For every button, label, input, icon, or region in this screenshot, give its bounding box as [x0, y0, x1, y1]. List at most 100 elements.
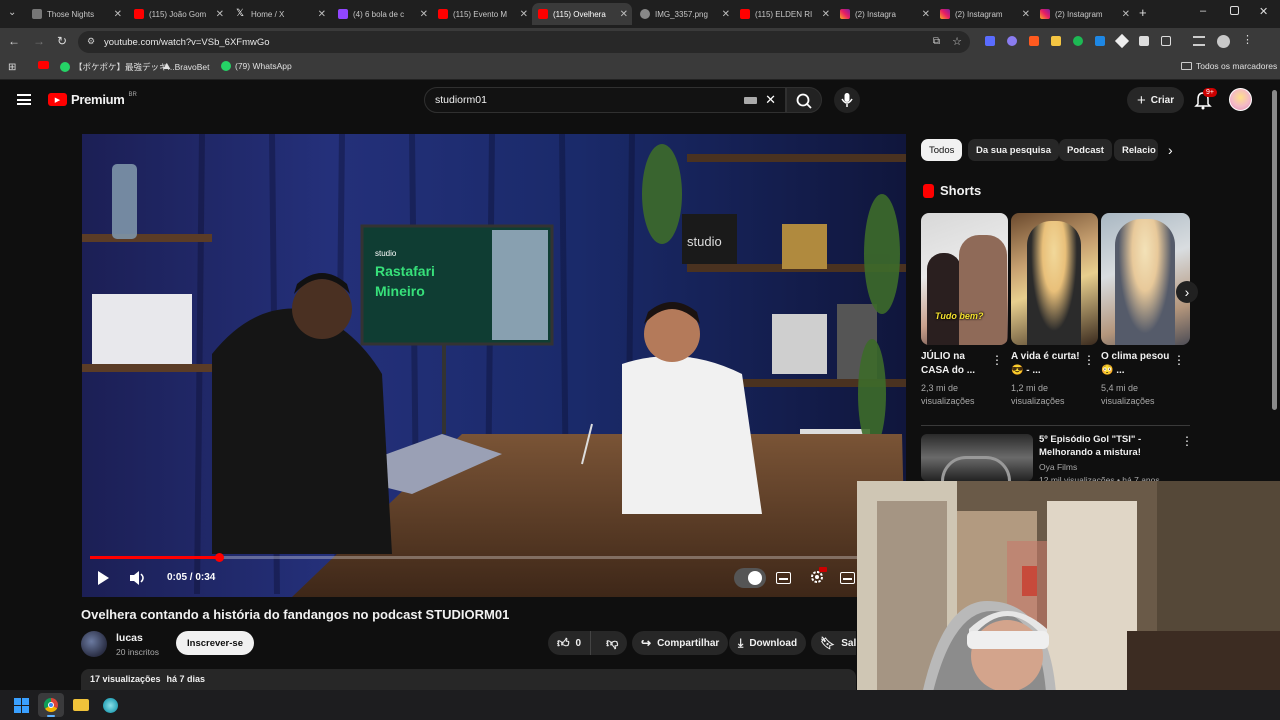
settings-button[interactable] [808, 567, 827, 586]
browser-tab[interactable]: Those Nights ✕ [26, 3, 126, 25]
tab-close-icon[interactable]: ✕ [1022, 9, 1030, 20]
browser-tab[interactable]: (2) Instagram ✕ [934, 3, 1034, 25]
short-menu-icon[interactable]: ⋮ [991, 353, 1003, 367]
maximize-icon[interactable] [1230, 6, 1239, 15]
short-title[interactable]: O clima pesou 😳 ... [1101, 350, 1173, 378]
chip-related[interactable]: Relacio [1114, 139, 1158, 161]
channel-name[interactable]: lucas [116, 632, 143, 644]
extension-icon[interactable] [1029, 36, 1039, 46]
browser-tab[interactable]: 𝕏 Home / X ✕ [230, 3, 330, 25]
download-button[interactable]: ⤓ Download [729, 631, 807, 655]
tab-close-icon[interactable]: ✕ [420, 9, 428, 20]
bookmark-whatsapp[interactable]: (79) WhatsApp [221, 61, 292, 71]
description-box[interactable]: 17 visualizações há 7 dias [81, 669, 856, 690]
browser-tab[interactable]: (115) João Gom ✕ [128, 3, 228, 25]
forward-icon[interactable]: → [33, 34, 45, 48]
short-thumbnail[interactable] [1101, 213, 1190, 345]
extension-icon[interactable] [1051, 36, 1061, 46]
chip-all[interactable]: Todos [921, 139, 963, 161]
extension-icon[interactable] [1095, 36, 1105, 46]
reload-icon[interactable]: ↻ [57, 34, 67, 48]
tab-close-icon[interactable]: ✕ [1122, 9, 1130, 20]
browser-tab-active[interactable]: (115) Ovelhera ✕ [532, 3, 632, 25]
bookmark-pokepoke[interactable]: 【ポケポケ】最強デッキ... [60, 61, 175, 73]
volume-button[interactable] [129, 570, 147, 586]
tab-close-icon[interactable]: ✕ [318, 9, 326, 20]
tab-close-icon[interactable]: ✕ [620, 9, 628, 20]
related-video-menu-icon[interactable]: ⋮ [1181, 434, 1193, 448]
short-title[interactable]: JÚLIO na CASA do ... [921, 350, 993, 378]
create-button[interactable]: + Criar [1127, 87, 1185, 113]
extension-icon[interactable] [1073, 36, 1083, 46]
apps-grid-icon[interactable]: ⊞ [8, 62, 16, 73]
browser-tab[interactable]: (115) ELDEN RI ✕ [734, 3, 834, 25]
short-title[interactable]: A vida é curta! 😎 - ... [1011, 350, 1083, 378]
chrome-menu-icon[interactable]: ⋮ [1242, 33, 1253, 48]
notifications-button[interactable]: 9+ [1194, 88, 1217, 110]
scrollbar-thumb[interactable] [1272, 90, 1277, 410]
browser-tab[interactable]: (115) Evento M ✕ [432, 3, 532, 25]
extension-icon[interactable] [985, 36, 995, 46]
progress-track[interactable] [90, 553, 898, 562]
chips-next-icon[interactable]: › [1168, 142, 1173, 158]
reading-list-icon[interactable] [1193, 36, 1205, 46]
related-video-title[interactable]: 5º Episódio Gol "TSI" - Melhorando a mis… [1039, 433, 1169, 459]
new-tab-icon[interactable]: + [1139, 5, 1147, 20]
keyboard-icon[interactable] [744, 97, 757, 104]
extension-icon[interactable] [1007, 36, 1017, 46]
bookmark-star-icon[interactable]: ☆ [952, 35, 962, 48]
site-info-icon[interactable]: ⚙ [87, 36, 95, 47]
related-video-thumbnail[interactable] [921, 434, 1033, 481]
extensions-puzzle-icon[interactable] [1161, 36, 1171, 46]
short-menu-icon[interactable]: ⋮ [1083, 353, 1095, 367]
browser-tab[interactable]: (4) 6 bola de c ✕ [332, 3, 432, 25]
clear-search-icon[interactable]: ✕ [765, 92, 776, 108]
browser-tab[interactable]: (2) Instagram ✕ [1034, 3, 1134, 25]
extension-icon[interactable] [1114, 33, 1130, 49]
short-thumbnail[interactable]: Tudo bem? [921, 213, 1008, 345]
voice-search-button[interactable] [834, 87, 860, 113]
tab-close-icon[interactable]: ✕ [520, 9, 528, 20]
hamburger-menu-icon[interactable] [17, 94, 31, 105]
chip-podcast[interactable]: Podcast [1059, 139, 1112, 161]
profile-avatar-icon[interactable] [1217, 35, 1230, 48]
extension-icon[interactable] [1139, 36, 1149, 46]
account-avatar[interactable] [1229, 88, 1252, 111]
youtube-premium-logo[interactable]: ▶ Premium BR [48, 92, 137, 107]
bookmark-bravobet[interactable]: ⛰ BravoBet [163, 61, 210, 72]
tab-close-icon[interactable]: ✕ [822, 9, 830, 20]
channel-avatar[interactable] [81, 631, 107, 657]
subscribe-button[interactable]: Inscrever-se [176, 631, 254, 655]
short-menu-icon[interactable]: ⋮ [1173, 353, 1185, 367]
close-window-icon[interactable]: ✕ [1259, 5, 1268, 18]
play-button[interactable] [96, 570, 110, 586]
browser-tab[interactable]: IMG_3357.png ✕ [634, 3, 734, 25]
share-button[interactable]: ↪ Compartilhar [632, 631, 729, 655]
like-button[interactable]: 👍︎ 0 [548, 631, 592, 655]
taskbar-app-icon[interactable] [103, 698, 118, 713]
dislike-button[interactable]: 👎︎ [597, 631, 627, 655]
tab-close-icon[interactable]: ✕ [114, 9, 122, 20]
search-input[interactable]: studiorm01 ✕ [424, 87, 786, 113]
search-button[interactable] [786, 87, 822, 113]
address-bar[interactable]: ⚙ youtube.com/watch?v=VSb_6XFmwGo ⧉ ☆ [78, 31, 970, 53]
save-button[interactable]: 🔖︎ Salv [811, 631, 856, 655]
taskbar-explorer-icon[interactable] [73, 699, 89, 711]
autoplay-toggle[interactable] [734, 568, 766, 588]
tab-close-icon[interactable]: ✕ [922, 9, 930, 20]
video-player[interactable]: studio studio Rastafari Mineiro 0:05 / 0… [82, 134, 906, 597]
browser-tab[interactable]: (2) Instagra ✕ [834, 3, 934, 25]
taskbar-chrome-icon[interactable] [38, 693, 64, 717]
related-video-channel[interactable]: Oya Films [1039, 462, 1077, 472]
chip-from-search[interactable]: Da sua pesquisa [968, 139, 1059, 161]
short-thumbnail[interactable] [1011, 213, 1098, 345]
back-icon[interactable]: ← [8, 34, 20, 48]
install-app-icon[interactable]: ⧉ [933, 36, 940, 47]
all-bookmarks-folder[interactable]: Todos os marcadores [1181, 61, 1277, 71]
captions-button[interactable] [776, 572, 791, 584]
miniplayer-button[interactable] [840, 572, 855, 584]
minimize-icon[interactable]: – [1200, 5, 1206, 17]
windows-start-icon[interactable] [14, 698, 29, 713]
tab-close-icon[interactable]: ✕ [216, 9, 224, 20]
tab-list-menu-icon[interactable]: ⌄ [8, 7, 16, 18]
